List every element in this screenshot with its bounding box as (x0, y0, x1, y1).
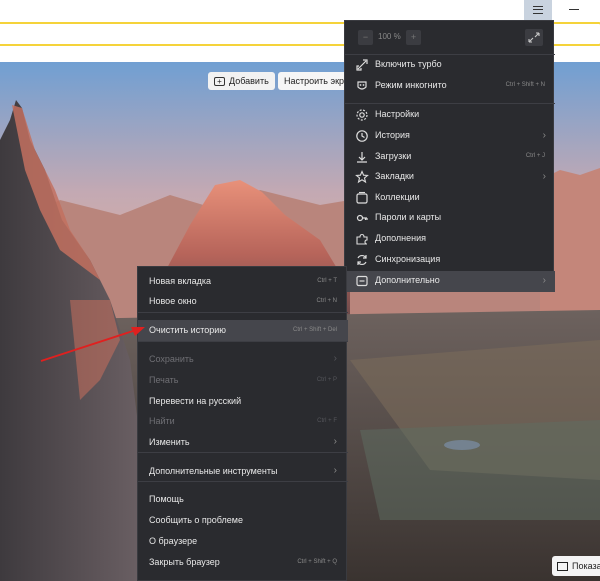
submenu-item[interactable]: Новое окно Ctrl + N (138, 291, 348, 312)
menu-item-label: Дополнительно (375, 275, 440, 285)
menu-item-label: Закладки (375, 171, 414, 181)
minimize-icon[interactable] (569, 9, 579, 11)
chevron-right-icon: › (542, 130, 546, 141)
customize-screen-button[interactable]: Настроить экра (278, 72, 348, 90)
star-icon (355, 170, 369, 184)
add-widget-label: Добавить (229, 76, 269, 86)
submenu-item-shortcut: Ctrl + N (316, 298, 337, 304)
submenu-item[interactable]: Очистить историю Ctrl + Shift + Del (138, 320, 348, 341)
menu-item-label: Коллекции (375, 192, 420, 202)
menu-item-puzzle[interactable]: Дополнения (345, 229, 555, 250)
submenu-item-label: О браузере (149, 536, 198, 546)
menu-item-collections[interactable]: Коллекции (345, 188, 555, 209)
submenu-item[interactable]: Помощь (138, 489, 348, 510)
submenu-item-label: Очистить историю (149, 325, 227, 335)
image-icon (557, 561, 568, 571)
key-icon (356, 214, 368, 222)
menu-item-gear[interactable]: Настройки (345, 105, 555, 126)
submenu-item-label: Сохранить (149, 354, 194, 364)
mask-icon (357, 81, 367, 90)
submenu-item-shortcut: Ctrl + Shift + Q (297, 559, 337, 565)
menu-divider (345, 103, 555, 104)
menu-item-label: Синхронизация (375, 254, 441, 264)
submenu-item[interactable]: Новая вкладка Ctrl + T (138, 271, 348, 292)
submenu-item: Сохранить › (138, 349, 348, 370)
menu-item-star[interactable]: Закладки › (345, 167, 555, 188)
add-widget-button[interactable]: + Добавить (208, 72, 275, 90)
submenu-item[interactable]: Закрыть браузер Ctrl + Shift + Q (138, 552, 348, 573)
menu-button[interactable] (524, 0, 552, 20)
gear-icon (356, 109, 368, 121)
submenu-item-shortcut: Ctrl + F (317, 418, 337, 424)
menu-item-rocket[interactable]: Включить турбо (345, 55, 555, 76)
menu-item-clock[interactable]: История › (345, 126, 555, 147)
menu-item-shortcut: Ctrl + J (525, 153, 545, 159)
menu-item-label: Пароли и карты (375, 212, 442, 222)
submenu-item-label: Новое окно (149, 296, 197, 306)
plus-icon: + (214, 76, 225, 86)
more-icon (356, 275, 368, 287)
chevron-right-icon: › (333, 353, 337, 364)
submenu-item-label: Изменить (149, 437, 190, 447)
zoom-controls: − 100 % + (345, 25, 555, 49)
menu-item-mask[interactable]: Режим инкогнито Ctrl + Shift + N (345, 76, 555, 97)
submenu-item[interactable]: О браузере (138, 531, 348, 552)
menu-item-label: Дополнения (375, 233, 426, 243)
menu-item-label: Включить турбо (375, 59, 442, 69)
submenu-item: Печать Ctrl + P (138, 370, 348, 391)
submenu-item-shortcut: Ctrl + Shift + Del (292, 327, 337, 333)
sync-icon (357, 254, 367, 266)
chevron-right-icon: › (542, 275, 546, 286)
menu-divider (138, 341, 348, 342)
submenu-item-shortcut: Ctrl + T (317, 278, 337, 284)
zoom-level: 100 % (378, 32, 401, 41)
submenu-item-label: Закрыть браузер (149, 557, 220, 567)
chevron-right-icon: › (333, 436, 337, 447)
hamburger-icon (533, 6, 543, 14)
submenu-item-label: Сообщить о проблеме (149, 515, 243, 525)
menu-item-label: История (375, 130, 410, 140)
show-background-button[interactable]: Показа (552, 556, 600, 576)
menu-item-label: Режим инкогнито (375, 80, 447, 90)
puzzle-icon (356, 233, 368, 245)
clock-icon (356, 130, 368, 142)
menu-item-shortcut: Ctrl + Shift + N (505, 82, 545, 88)
submenu-item: Найти Ctrl + F (138, 411, 348, 432)
collections-icon (356, 191, 368, 204)
menu-item-key[interactable]: Пароли и карты (345, 208, 555, 229)
zoom-in-button[interactable]: + (406, 30, 421, 45)
menu-item-label: Загрузки (375, 151, 412, 161)
submenu-item-label: Помощь (149, 494, 184, 504)
menu-item-label: Настройки (375, 109, 420, 119)
submenu-item-label: Перевести на русский (149, 396, 242, 406)
submenu-item[interactable]: Изменить › (138, 432, 348, 453)
rocket-icon (356, 59, 368, 71)
fullscreen-icon (528, 32, 540, 43)
show-background-label: Показа (572, 561, 600, 571)
submenu-item-label: Найти (149, 416, 175, 426)
download-icon (357, 152, 367, 163)
menu-divider (138, 312, 348, 313)
main-menu: − 100 % + Включить турбо Режим инкогнито C… (344, 20, 555, 292)
submenu-item[interactable]: Дополнительные инструменты › (138, 461, 348, 482)
submenu-item-label: Новая вкладка (149, 276, 212, 286)
menu-item-download[interactable]: Загрузки Ctrl + J (345, 147, 555, 168)
submenu-item-label: Дополнительные инструменты (149, 466, 278, 476)
chevron-right-icon: › (333, 465, 337, 476)
menu-item-more[interactable]: Дополнительно › (345, 271, 555, 292)
customize-screen-label: Настроить экра (284, 76, 348, 86)
menu-item-sync[interactable]: Синхронизация (345, 250, 555, 271)
submenu-item[interactable]: Перевести на русский (138, 391, 348, 412)
fullscreen-button[interactable] (525, 29, 543, 46)
submenu-item[interactable]: Сообщить о проблеме (138, 510, 348, 531)
chevron-right-icon: › (542, 171, 546, 182)
submenu-item-shortcut: Ctrl + P (316, 377, 337, 383)
zoom-out-button[interactable]: − (358, 30, 373, 45)
submenu-item-label: Печать (149, 375, 179, 385)
more-submenu: Новая вкладка Ctrl + T Новое окно Ctrl + N О… (137, 266, 348, 581)
